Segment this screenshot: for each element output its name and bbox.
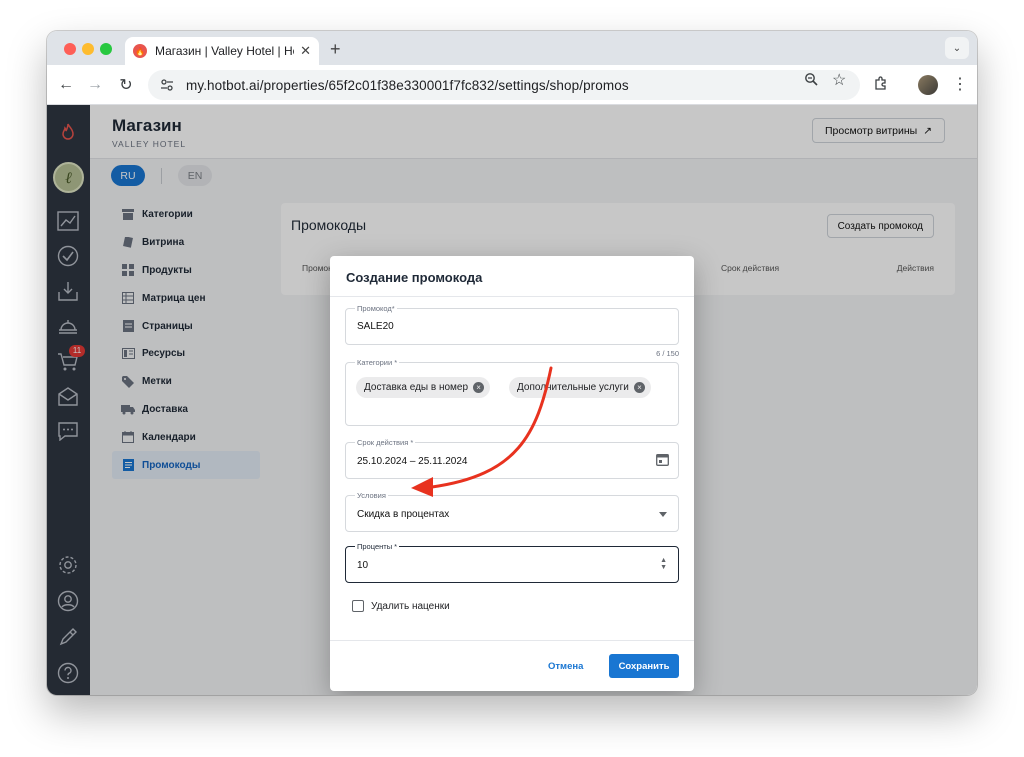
maximize-window-button[interactable] [100, 43, 112, 55]
tab-title: Магазин | Valley Hotel | Hotbot [155, 44, 294, 58]
address-bar[interactable]: my.hotbot.ai/properties/65f2c01f38e33000… [148, 70, 860, 100]
site-settings-icon[interactable] [158, 76, 176, 94]
conditions-label: Условия [355, 491, 388, 500]
url-text: my.hotbot.ai/properties/65f2c01f38e33000… [186, 77, 629, 93]
promocode-char-counter: 6 / 150 [656, 349, 679, 358]
hotbot-favicon-icon: 🔥 [133, 44, 147, 58]
bookmark-star-icon[interactable]: ☆ [832, 70, 846, 90]
reload-icon[interactable]: ↻ [115, 74, 137, 96]
new-tab-button[interactable]: + [330, 39, 341, 60]
tab-search-chevron-icon[interactable]: ⌄ [945, 37, 969, 59]
remove-markups-label: Удалить наценки [371, 600, 450, 612]
category-chip[interactable]: Дополнительные услуги × [509, 377, 651, 398]
save-button[interactable]: Сохранить [609, 654, 679, 678]
number-spinner-icon[interactable]: ▲ ▼ [660, 557, 667, 571]
browser-toolbar: ← → ↻ my.hotbot.ai/properties/65f2c01f38… [47, 65, 977, 105]
dropdown-arrow-icon [659, 512, 667, 517]
app-area: ℓ 11 Магазин VALLEY HOTEL Просмотр витри… [47, 105, 977, 695]
validity-label: Срок действия * [355, 438, 416, 447]
browser-menu-icon[interactable]: ⋮ [952, 74, 968, 94]
dialog-footer-divider [330, 640, 694, 641]
validity-value: 25.10.2024 – 25.11.2024 [357, 456, 468, 467]
forward-arrow-icon[interactable]: → [84, 74, 106, 96]
promocode-field[interactable]: Промокод* SALE20 [345, 304, 679, 345]
categories-field[interactable]: Категории * Доставка еды в номер × Допол… [345, 358, 679, 426]
promocode-value: SALE20 [357, 321, 394, 332]
validity-period-field[interactable]: Срок действия * 25.10.2024 – 25.11.2024 [345, 438, 679, 479]
tab-strip: 🔥 Магазин | Valley Hotel | Hotbot ✕ + ⌄ [47, 31, 977, 65]
chip-label: Дополнительные услуги [517, 382, 629, 393]
conditions-value: Скидка в процентах [357, 509, 450, 520]
remove-markups-option[interactable]: Удалить наценки [352, 600, 450, 612]
calendar-picker-icon[interactable] [656, 453, 669, 471]
profile-avatar[interactable] [918, 75, 938, 95]
promocode-label: Промокод* [355, 304, 397, 313]
dialog-header-divider [330, 296, 694, 297]
tab-close-icon[interactable]: ✕ [300, 43, 311, 59]
chip-remove-icon[interactable]: × [473, 382, 485, 393]
create-promocode-dialog: Создание промокода Промокод* SALE20 6 / … [330, 256, 694, 691]
percent-input[interactable]: Проценты * 10 ▲ ▼ [345, 542, 679, 583]
browser-tab[interactable]: 🔥 Магазин | Valley Hotel | Hotbot ✕ [125, 37, 319, 65]
chip-remove-icon[interactable]: × [633, 382, 645, 393]
percent-value: 10 [357, 560, 369, 571]
zoom-icon[interactable] [804, 72, 818, 89]
remove-markups-checkbox[interactable] [352, 600, 364, 612]
browser-window: 🔥 Магазин | Valley Hotel | Hotbot ✕ + ⌄ … [47, 31, 977, 695]
back-arrow-icon[interactable]: ← [55, 74, 77, 96]
categories-label: Категории * [355, 358, 400, 367]
dialog-title: Создание промокода [346, 270, 483, 285]
percent-label: Проценты * [355, 542, 400, 551]
cancel-button[interactable]: Отмена [548, 661, 583, 672]
category-chip[interactable]: Доставка еды в номер × [356, 377, 491, 398]
extensions-puzzle-icon[interactable] [873, 75, 889, 96]
close-window-button[interactable] [64, 43, 76, 55]
minimize-window-button[interactable] [82, 43, 94, 55]
chip-label: Доставка еды в номер [364, 382, 469, 393]
conditions-select[interactable]: Условия Скидка в процентах [345, 491, 679, 532]
